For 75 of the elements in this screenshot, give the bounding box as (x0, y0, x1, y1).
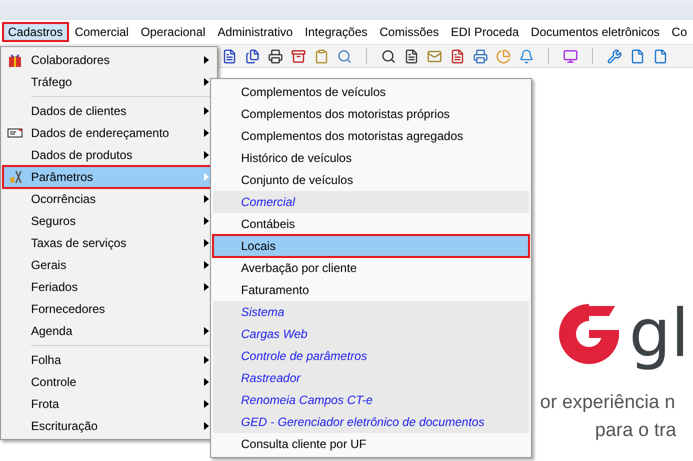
menu-item[interactable]: Ocorrências (3, 188, 215, 210)
menu-item[interactable]: Seguros (3, 210, 215, 232)
menu-item[interactable]: Integrações (298, 22, 374, 42)
menu-item[interactable]: Administrativo (211, 22, 299, 42)
submenu-arrow-icon (204, 356, 209, 364)
menu-item[interactable]: Comercial (68, 22, 135, 42)
bell-icon[interactable] (519, 48, 534, 64)
container-icon[interactable] (291, 48, 306, 64)
menu-item[interactable]: Histórico de veículos (213, 147, 529, 169)
menu-item[interactable]: Averbação por cliente (213, 257, 529, 279)
menu-item[interactable]: Controle (3, 371, 215, 393)
menu-item[interactable]: Complementos dos motoristas próprios (213, 103, 529, 125)
menu-item[interactable]: Folha (3, 349, 215, 371)
welcome-text: para o tra (595, 420, 676, 442)
menu-item[interactable]: Cadastros (2, 22, 69, 42)
document-icon[interactable] (222, 48, 237, 64)
menu-item[interactable]: Tráfego (3, 71, 215, 93)
menu-group-label: GED - Gerenciador eletrônico de documentos (213, 411, 529, 433)
submenu-arrow-icon (204, 422, 209, 430)
menu-item[interactable]: Escrituração (3, 415, 215, 437)
welcome-text: or experiência n (540, 392, 676, 414)
monitor-icon[interactable] (563, 48, 578, 64)
menu-item[interactable]: Feriados (3, 276, 215, 298)
menu-item[interactable]: Operacional (134, 22, 212, 42)
submenu-arrow-icon (204, 217, 209, 225)
menu-item[interactable]: Frota (3, 393, 215, 415)
submenu-arrow-icon (204, 56, 209, 64)
clipboard-icon[interactable] (314, 48, 329, 64)
menu-group-label: Cargas Web (213, 323, 529, 345)
document-icon[interactable] (404, 48, 419, 64)
menu-item[interactable]: Dados de endereçamento (3, 122, 215, 144)
file-icon[interactable] (630, 48, 645, 64)
menu-group-label: Sistema (213, 301, 529, 323)
menu-item[interactable]: Dados de clientes (3, 100, 215, 122)
menu-item[interactable]: Gerais (3, 254, 215, 276)
submenu-arrow-icon (204, 239, 209, 247)
gift-icon (7, 52, 23, 68)
file-icon[interactable] (653, 48, 668, 64)
menu-group-label: Rastreador (213, 367, 529, 389)
submenu-arrow-icon (204, 107, 209, 115)
submenu-arrow-icon (204, 151, 209, 159)
document-icon[interactable] (450, 48, 465, 64)
tools-icon (7, 169, 23, 185)
menu-item[interactable]: Complementos de veículos (213, 81, 529, 103)
printer-icon[interactable] (268, 48, 283, 64)
menu-group-label: Controle de parâmetros (213, 345, 529, 367)
submenu-arrow-icon (204, 261, 209, 269)
documents-icon[interactable] (245, 48, 260, 64)
menu-item[interactable]: Agenda (3, 320, 215, 342)
submenu-arrow-icon (204, 378, 209, 386)
menu-item[interactable]: Locais (213, 235, 529, 257)
menu-item[interactable]: Contábeis (213, 213, 529, 235)
submenu-arrow-icon (204, 195, 209, 203)
menu-item[interactable]: Complementos dos motoristas agregados (213, 125, 529, 147)
submenu-arrow-icon (204, 327, 209, 335)
menu-item[interactable]: EDI Proceda (444, 22, 525, 42)
tools-icon[interactable] (607, 48, 622, 64)
menu-item[interactable]: Documentos eletrônicos (524, 22, 666, 42)
submenu-arrow-icon (204, 400, 209, 408)
menu-item[interactable]: Dados de produtos (3, 144, 215, 166)
menu-item[interactable]: Colaboradores (3, 49, 215, 71)
envelope-icon[interactable] (427, 48, 442, 64)
menu-group-label: Comercial (213, 191, 529, 213)
submenu-arrow-icon (204, 283, 209, 291)
menu-item[interactable]: Taxas de serviços (3, 232, 215, 254)
menu-item[interactable]: Comissões (374, 22, 445, 42)
menu-group-label: Renomeia Campos CT-e (213, 389, 529, 411)
submenu-arrow-icon (204, 78, 209, 86)
menu-item[interactable]: Consulta cliente por UF (213, 433, 529, 455)
menu-item[interactable]: Co (666, 22, 693, 42)
pie-chart-icon[interactable] (496, 48, 511, 64)
submenu-arrow-icon (204, 129, 209, 137)
menu-item[interactable]: Faturamento (213, 279, 529, 301)
search-icon[interactable] (381, 48, 396, 64)
menu-item[interactable]: Conjunto de veículos (213, 169, 529, 191)
